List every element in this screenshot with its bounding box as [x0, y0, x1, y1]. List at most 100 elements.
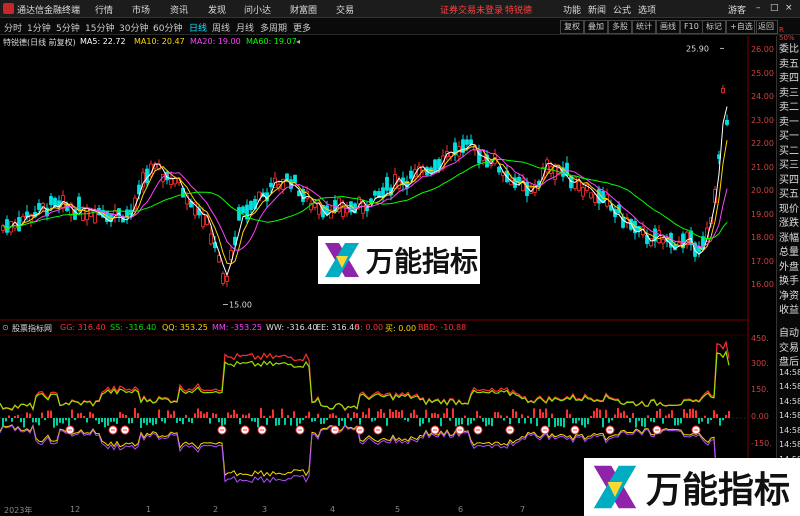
bbd-bar	[134, 408, 136, 418]
bbd-bar	[23, 418, 25, 428]
quote-label: 总量	[779, 247, 799, 258]
bbd-bar	[494, 412, 496, 418]
bbd-bar	[446, 408, 448, 418]
bbd-bar	[110, 418, 112, 422]
bbd-bar	[119, 411, 121, 418]
price-tick: 18.00	[751, 233, 774, 242]
bbd-bar	[539, 408, 541, 418]
candle-body	[237, 207, 241, 221]
bbd-bar	[527, 415, 529, 418]
bbd-bar	[128, 418, 130, 424]
collapse-icon[interactable]: ◂	[296, 37, 300, 46]
bbd-bar	[458, 418, 460, 425]
bbd-bar	[251, 418, 253, 422]
ma60-value: MA60: 19.07	[246, 37, 297, 46]
price-axis: 26.00 25.00 24.00 23.00 22.00 21.00 20.0…	[748, 36, 776, 516]
quote-label: 委比	[779, 44, 799, 55]
s-value: S: 0.00	[355, 323, 384, 332]
bbd-bar	[185, 414, 187, 418]
indicator-tick: 450.	[751, 334, 769, 343]
candle-body	[37, 203, 41, 210]
bbd-bar	[563, 418, 565, 428]
bbd-bar	[602, 418, 604, 428]
bbd-bar	[26, 412, 28, 418]
bbd-bar	[500, 415, 502, 418]
qq-value: QQ: 353.25	[162, 323, 208, 332]
bbd-bar	[278, 418, 280, 426]
quote-label: 涨跌	[779, 218, 799, 229]
bbd-bar	[401, 410, 403, 418]
bbd-bar	[263, 415, 265, 418]
bbd-bar	[515, 411, 517, 418]
bbd-bar	[614, 414, 616, 418]
candle-body	[497, 166, 501, 173]
bbd-bar	[320, 418, 322, 425]
candle-body	[361, 202, 365, 214]
gg-value: GG: 316.40	[60, 323, 106, 332]
bbd-bar	[269, 415, 271, 418]
bbd-bar	[620, 412, 622, 418]
bbd-bar	[353, 412, 355, 418]
quote-label-bottom: 14:58	[779, 440, 800, 449]
bbd-bar	[410, 413, 412, 418]
candle-body	[89, 210, 93, 217]
indicator-gear-icon[interactable]: ⊙	[2, 323, 9, 332]
bbd-bar	[371, 418, 373, 422]
bbd-bar	[260, 408, 262, 418]
candle-body	[225, 276, 229, 282]
quote-label: 收益	[779, 305, 799, 316]
bbd-bar	[272, 409, 274, 418]
bbd-bar	[641, 418, 643, 427]
quote-label: 买三	[779, 160, 799, 171]
bbd-bar	[245, 415, 247, 418]
bbd-bar	[149, 418, 151, 423]
bbd-bar	[197, 408, 199, 418]
bbd-bar	[473, 418, 475, 421]
bbd-bar	[590, 415, 592, 418]
bbd-bar	[284, 418, 286, 425]
bbd-bar	[542, 412, 544, 418]
high-price-label: 25.90	[686, 44, 709, 53]
ma10-value: MA10: 20.47	[134, 37, 185, 46]
bbd-bar	[380, 409, 382, 418]
bbd-bar	[17, 414, 19, 418]
watermark-logo-icon	[593, 465, 637, 509]
bbd-bar	[434, 412, 436, 418]
watermark-center: 万能指标	[318, 236, 480, 284]
bbd-bar	[41, 412, 43, 418]
candle-body	[5, 219, 9, 233]
bbd-bar	[266, 418, 268, 425]
bbd-bar	[182, 418, 184, 425]
bbd-bar	[77, 413, 79, 418]
x-axis-label: 3	[262, 505, 268, 514]
bbd-bar	[326, 418, 328, 421]
candle-body	[469, 139, 473, 145]
candle-body	[173, 178, 177, 185]
bbd-bar	[644, 418, 646, 428]
bbd-bar	[605, 409, 607, 418]
quote-label: 买四	[779, 174, 799, 186]
bbd-bar	[71, 409, 73, 418]
bbd-bar	[698, 418, 700, 424]
bbd-bar	[203, 413, 205, 418]
bbd-bar	[323, 418, 325, 424]
bbd-bar	[485, 418, 487, 427]
bbd-bar	[188, 418, 190, 423]
ma5-value: MA5: 22.72	[80, 37, 126, 46]
candle-body	[725, 119, 729, 125]
bbd-bar	[2, 418, 4, 427]
bbd-bar	[656, 410, 658, 418]
bbd-bar	[302, 418, 304, 421]
bbd-bar	[626, 415, 628, 418]
quote-label: 卖三	[779, 87, 799, 99]
bbd-bar	[122, 414, 124, 418]
candle-body	[285, 173, 289, 181]
bbd-bar	[635, 418, 637, 428]
bbd-bar	[665, 415, 667, 418]
price-tick: 21.00	[751, 163, 774, 172]
ww-value: WW: -316.40	[266, 323, 318, 332]
bbd-bar	[308, 411, 310, 418]
indicator-name[interactable]: 股票指标网	[12, 323, 52, 334]
bbd-bar	[311, 418, 313, 422]
bbd-bar	[131, 418, 133, 424]
